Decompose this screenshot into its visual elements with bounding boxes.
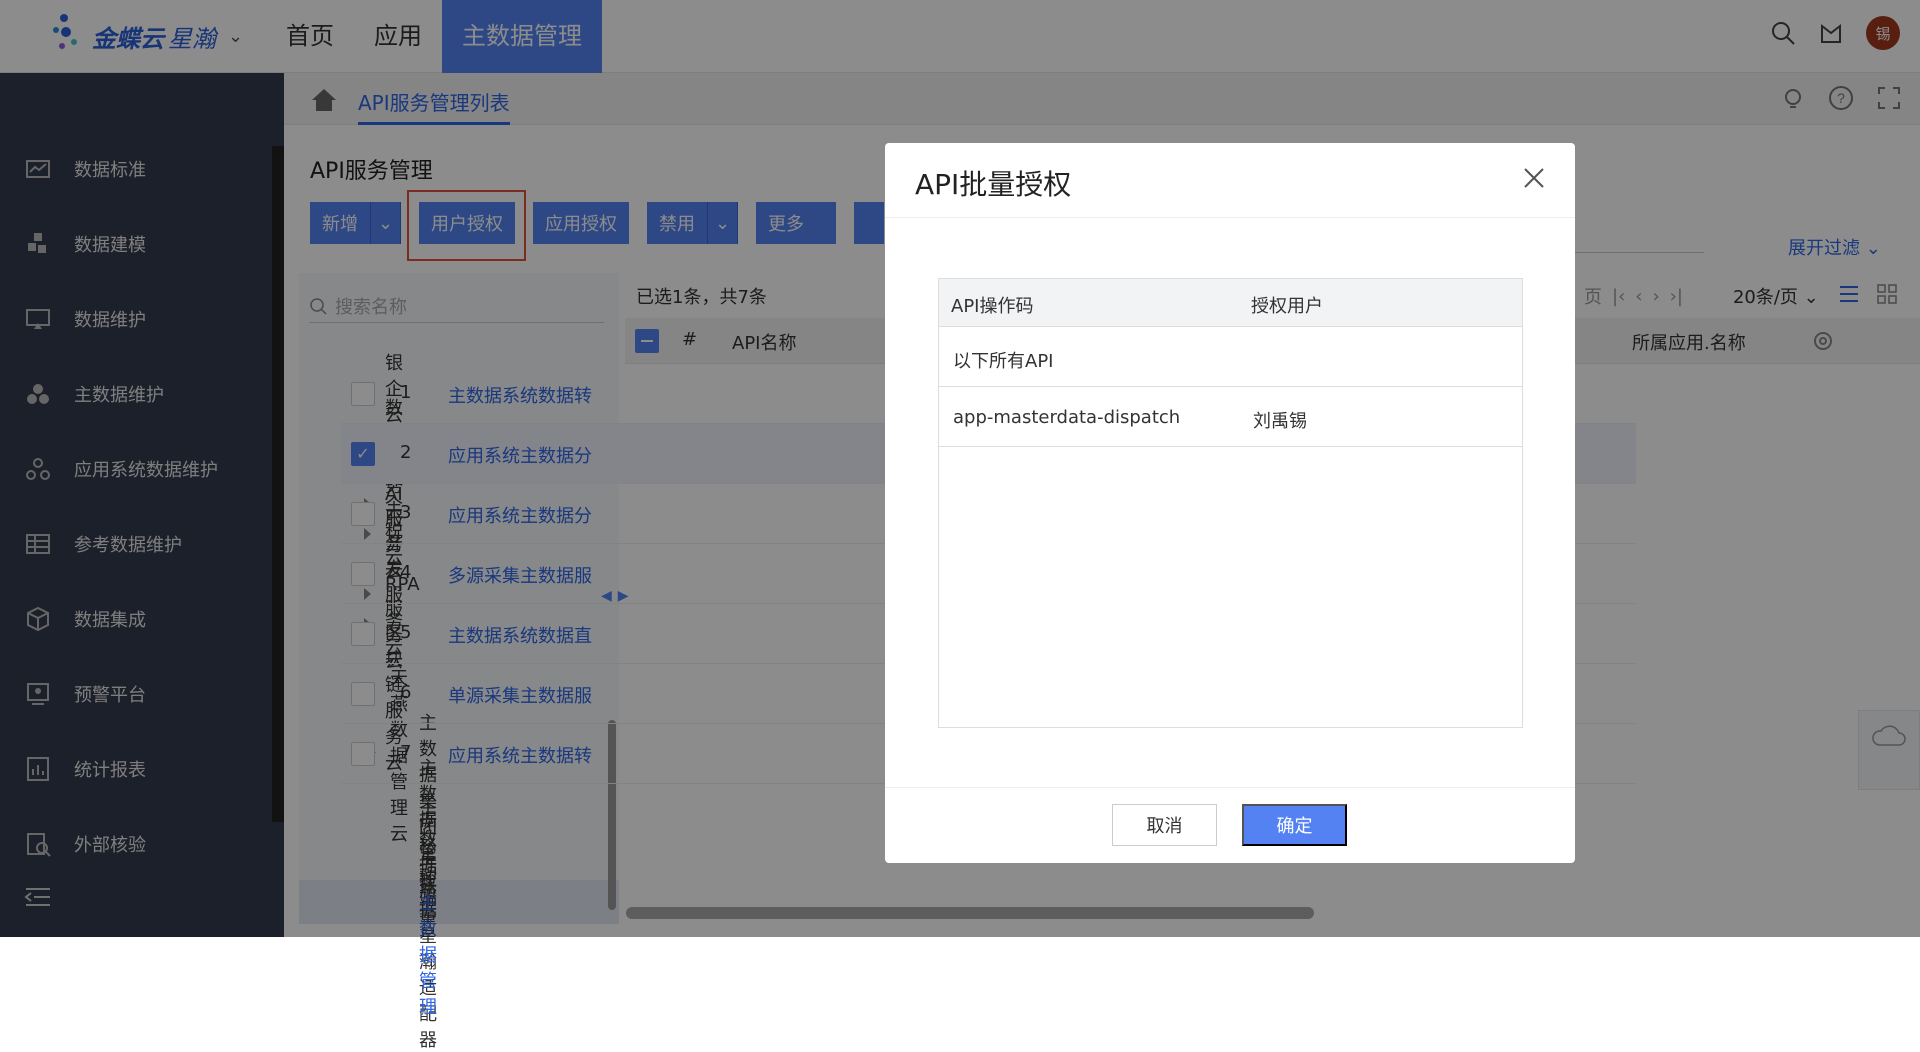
api-code-cell: 以下所有API [953,351,1054,372]
col-api-code: API操作码 [951,296,1034,317]
table-row[interactable]: app-masterdata-dispatch 刘禹锡 [939,387,1522,447]
confirm-button[interactable]: 确定 [1242,804,1347,846]
auth-table-header: API操作码 授权用户 [939,279,1522,327]
table-row[interactable]: 以下所有API [939,327,1522,387]
dialog-footer [885,787,1575,863]
api-code-cell: app-masterdata-dispatch [953,407,1181,428]
auth-table: API操作码 授权用户 以下所有API app-masterdata-dispa… [938,278,1523,728]
dialog-title: API批量授权 [915,168,1072,201]
cancel-button[interactable]: 取消 [1112,804,1217,846]
batch-auth-dialog: API批量授权 API操作码 授权用户 以下所有API app-masterda… [885,143,1575,863]
auth-user-cell[interactable]: 刘禹锡 [1253,407,1307,433]
dialog-header: API批量授权 [885,143,1575,218]
close-icon[interactable] [1521,165,1547,191]
col-auth-user: 授权用户 [1251,296,1323,317]
